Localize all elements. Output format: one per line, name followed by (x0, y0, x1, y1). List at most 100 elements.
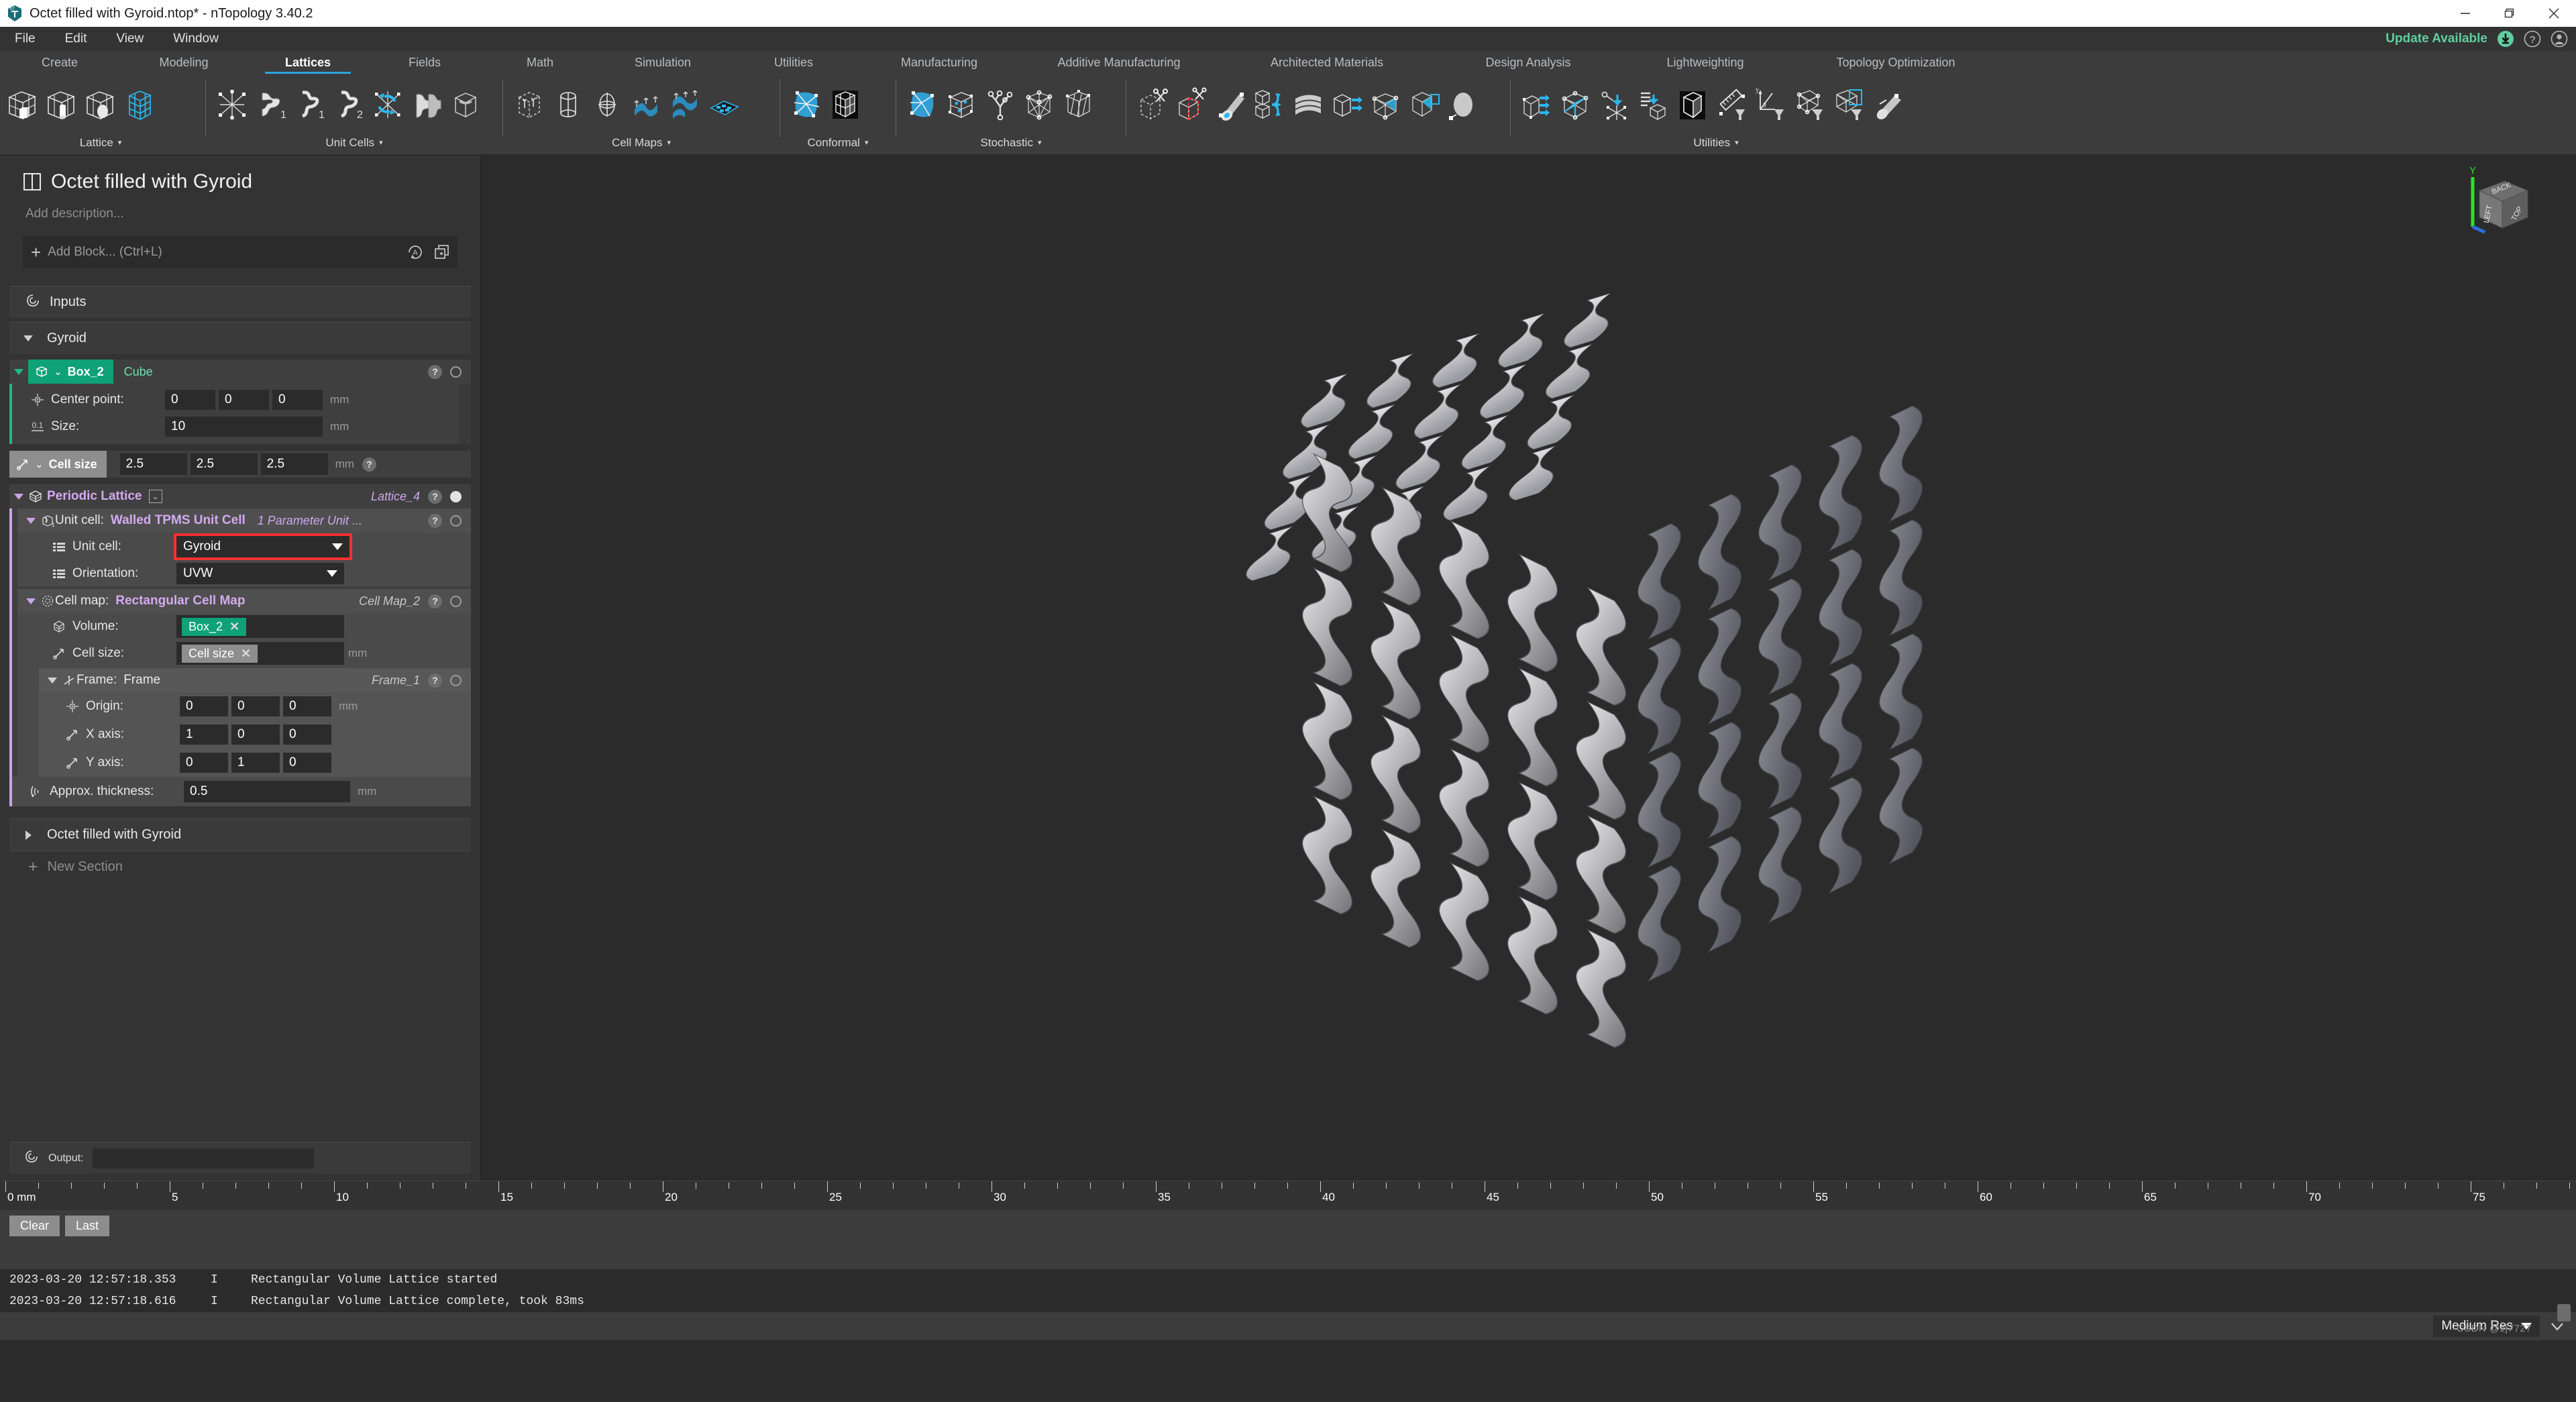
menu-item-view[interactable]: View (101, 27, 158, 51)
question-circle-icon[interactable]: ? (428, 365, 442, 379)
expand-triangle-gyroid[interactable] (19, 335, 38, 341)
status-ring-icon[interactable] (450, 515, 462, 527)
viewport-3d[interactable]: Y BACK LEFT TOP (481, 156, 2576, 1181)
ribbon-group-unit-cells-label[interactable]: Unit Cells ▾ (213, 133, 496, 153)
tab-simulation[interactable]: Simulation (598, 51, 727, 74)
update-available-label[interactable]: Update Available (2385, 32, 2487, 46)
frame-origin-z[interactable]: 0 (283, 696, 331, 716)
size-value[interactable]: 10 (165, 417, 323, 437)
lattice-grid-highlight-icon[interactable] (119, 80, 158, 129)
offset-lattice-icon[interactable] (1517, 80, 1556, 129)
block-box2-header[interactable]: ⌄ Box_2 Cube ? (9, 360, 471, 384)
close-icon[interactable]: ✕ (241, 647, 251, 661)
section-gyroid[interactable]: Gyroid (9, 322, 471, 354)
cell-size-ref-field[interactable]: Cell size ✕ (176, 642, 344, 665)
output-field[interactable] (93, 1148, 314, 1169)
menu-item-window[interactable]: Window (158, 27, 233, 51)
delaunay-lattice-icon[interactable] (1020, 80, 1059, 129)
ribbon-group-utilities-label[interactable]: Utilities ▾ (1517, 133, 1915, 153)
volume-field[interactable]: Box_2 ✕ (176, 615, 344, 638)
custom-unit-cell-icon[interactable] (446, 80, 485, 129)
gyroid-model[interactable] (481, 156, 2576, 1181)
chevron-down-icon[interactable] (2549, 1318, 2565, 1338)
approx-thickness-value[interactable]: 0.5 (184, 781, 350, 802)
menu-item-edit[interactable]: Edit (50, 27, 102, 51)
project-beam-icon[interactable] (1595, 80, 1634, 129)
connect-lattice-icon[interactable] (1556, 80, 1595, 129)
voronoi-lattice-icon[interactable] (903, 80, 942, 129)
menu-item-file[interactable]: File (0, 27, 50, 51)
periodic-lattice-header[interactable]: Periodic Lattice ⌄ Lattice_4 ? (9, 484, 471, 508)
user-account-icon[interactable] (2551, 30, 2568, 48)
branching-lattice-icon[interactable] (981, 80, 1020, 129)
question-circle-icon[interactable]: ? (428, 514, 442, 528)
trim-lattice-red-icon[interactable] (1172, 80, 1211, 129)
map-lattice-icon[interactable] (1366, 80, 1405, 129)
last-button[interactable]: Last (65, 1216, 109, 1236)
rotate-unit-cell-icon[interactable] (368, 80, 407, 129)
tab-modeling[interactable]: Modeling (119, 51, 248, 74)
tab-math[interactable]: Math (482, 51, 598, 74)
split-lattice-icon[interactable] (1250, 80, 1289, 129)
frame-x-axis-z[interactable]: 0 (283, 724, 331, 745)
question-circle-icon[interactable]: ? (362, 457, 376, 472)
tab-lightweighting[interactable]: Lightweighting (1622, 51, 1788, 74)
frame-x-axis-y[interactable]: 0 (231, 724, 280, 745)
ribbon-group-cell-maps-label[interactable]: Cell Maps ▾ (510, 133, 773, 153)
status-ring-icon[interactable] (450, 596, 462, 607)
question-circle-icon[interactable]: ? (2524, 30, 2541, 48)
list-to-lattice-icon[interactable] (1634, 80, 1673, 129)
tab-utilities[interactable]: Utilities (727, 51, 860, 74)
auto-run-icon[interactable]: A (407, 244, 424, 261)
measure-length-icon[interactable] (1712, 80, 1751, 129)
tab-additive-manufacturing[interactable]: Additive Manufacturing (1018, 51, 1220, 74)
status-ring-icon[interactable] (450, 675, 462, 686)
close-icon[interactable]: ✕ (229, 620, 239, 634)
expand-triangle-lattice[interactable] (9, 494, 28, 500)
ribbon-group-stochastic-label[interactable]: Stochastic ▾ (903, 133, 1119, 153)
frame-origin-x[interactable]: 0 (180, 696, 228, 716)
variable-chip-cell-size[interactable]: ⌄ Cell size (9, 451, 107, 478)
conformal-lattice-icon[interactable] (787, 80, 826, 129)
warp-lattice-icon[interactable] (1289, 80, 1328, 129)
lattice-slice-icon[interactable] (1673, 80, 1712, 129)
unit-cell-dropdown[interactable]: Gyroid (176, 536, 350, 557)
ribbon-group-conformal-label[interactable]: Conformal ▾ (787, 133, 889, 153)
resolution-dropdown[interactable]: Medium Res (2433, 1315, 2540, 1337)
restore-icon[interactable] (2487, 0, 2532, 27)
console-log-list[interactable]: 2023-03-20 12:57:18.353 I Rectangular Vo… (0, 1269, 2576, 1312)
select-region-icon[interactable] (1829, 80, 1868, 129)
frame-x-axis-x[interactable]: 1 (180, 724, 228, 745)
expand-triangle-unit-cell[interactable] (21, 518, 40, 524)
question-circle-icon[interactable]: ? (428, 673, 442, 688)
clear-button[interactable]: Clear (9, 1216, 60, 1236)
rectangular-cell-map-icon[interactable] (510, 80, 549, 129)
tab-topology-optimization[interactable]: Topology Optimization (1788, 51, 2003, 74)
cell-size-y[interactable]: 2.5 (191, 453, 258, 475)
volume-pill[interactable]: Box_2 ✕ (182, 618, 246, 636)
tab-lattices[interactable]: Lattices (248, 51, 368, 74)
add-block-input[interactable]: + Add Block... (Ctrl+L) A (23, 236, 458, 268)
tpms-1-param-icon[interactable]: 1 (290, 80, 329, 129)
frame-y-axis-y[interactable]: 1 (231, 753, 280, 773)
tab-create[interactable]: Create (0, 51, 119, 74)
frame-y-axis-x[interactable]: 0 (180, 753, 228, 773)
center-point-x[interactable]: 0 (165, 390, 215, 410)
lattice-beam-box-icon[interactable] (3, 80, 42, 129)
view-cube[interactable]: Y BACK LEFT TOP (2453, 162, 2540, 236)
lattice-sphere-box-icon[interactable] (80, 80, 119, 129)
tab-architected-materials[interactable]: Architected Materials (1220, 51, 1434, 74)
cylindrical-cell-map-icon[interactable] (549, 80, 588, 129)
thicken-beams-icon[interactable] (1211, 80, 1250, 129)
cell-size-x[interactable]: 2.5 (120, 453, 187, 475)
section-inputs[interactable]: Inputs (9, 286, 471, 318)
beam-body-icon[interactable] (1868, 80, 1907, 129)
attach-lattice-icon[interactable] (1444, 80, 1483, 129)
expand-triangle-cell-map[interactable] (21, 598, 40, 604)
ribbon-group-lattice-label[interactable]: Lattice ▾ (3, 133, 199, 153)
tpms-2-param-icon[interactable]: 2 (329, 80, 368, 129)
filter-lattice-icon[interactable] (1790, 80, 1829, 129)
question-circle-icon[interactable]: ? (428, 594, 442, 608)
download-arrow-icon[interactable] (2497, 30, 2514, 48)
duplicate-block-icon[interactable] (433, 244, 451, 261)
